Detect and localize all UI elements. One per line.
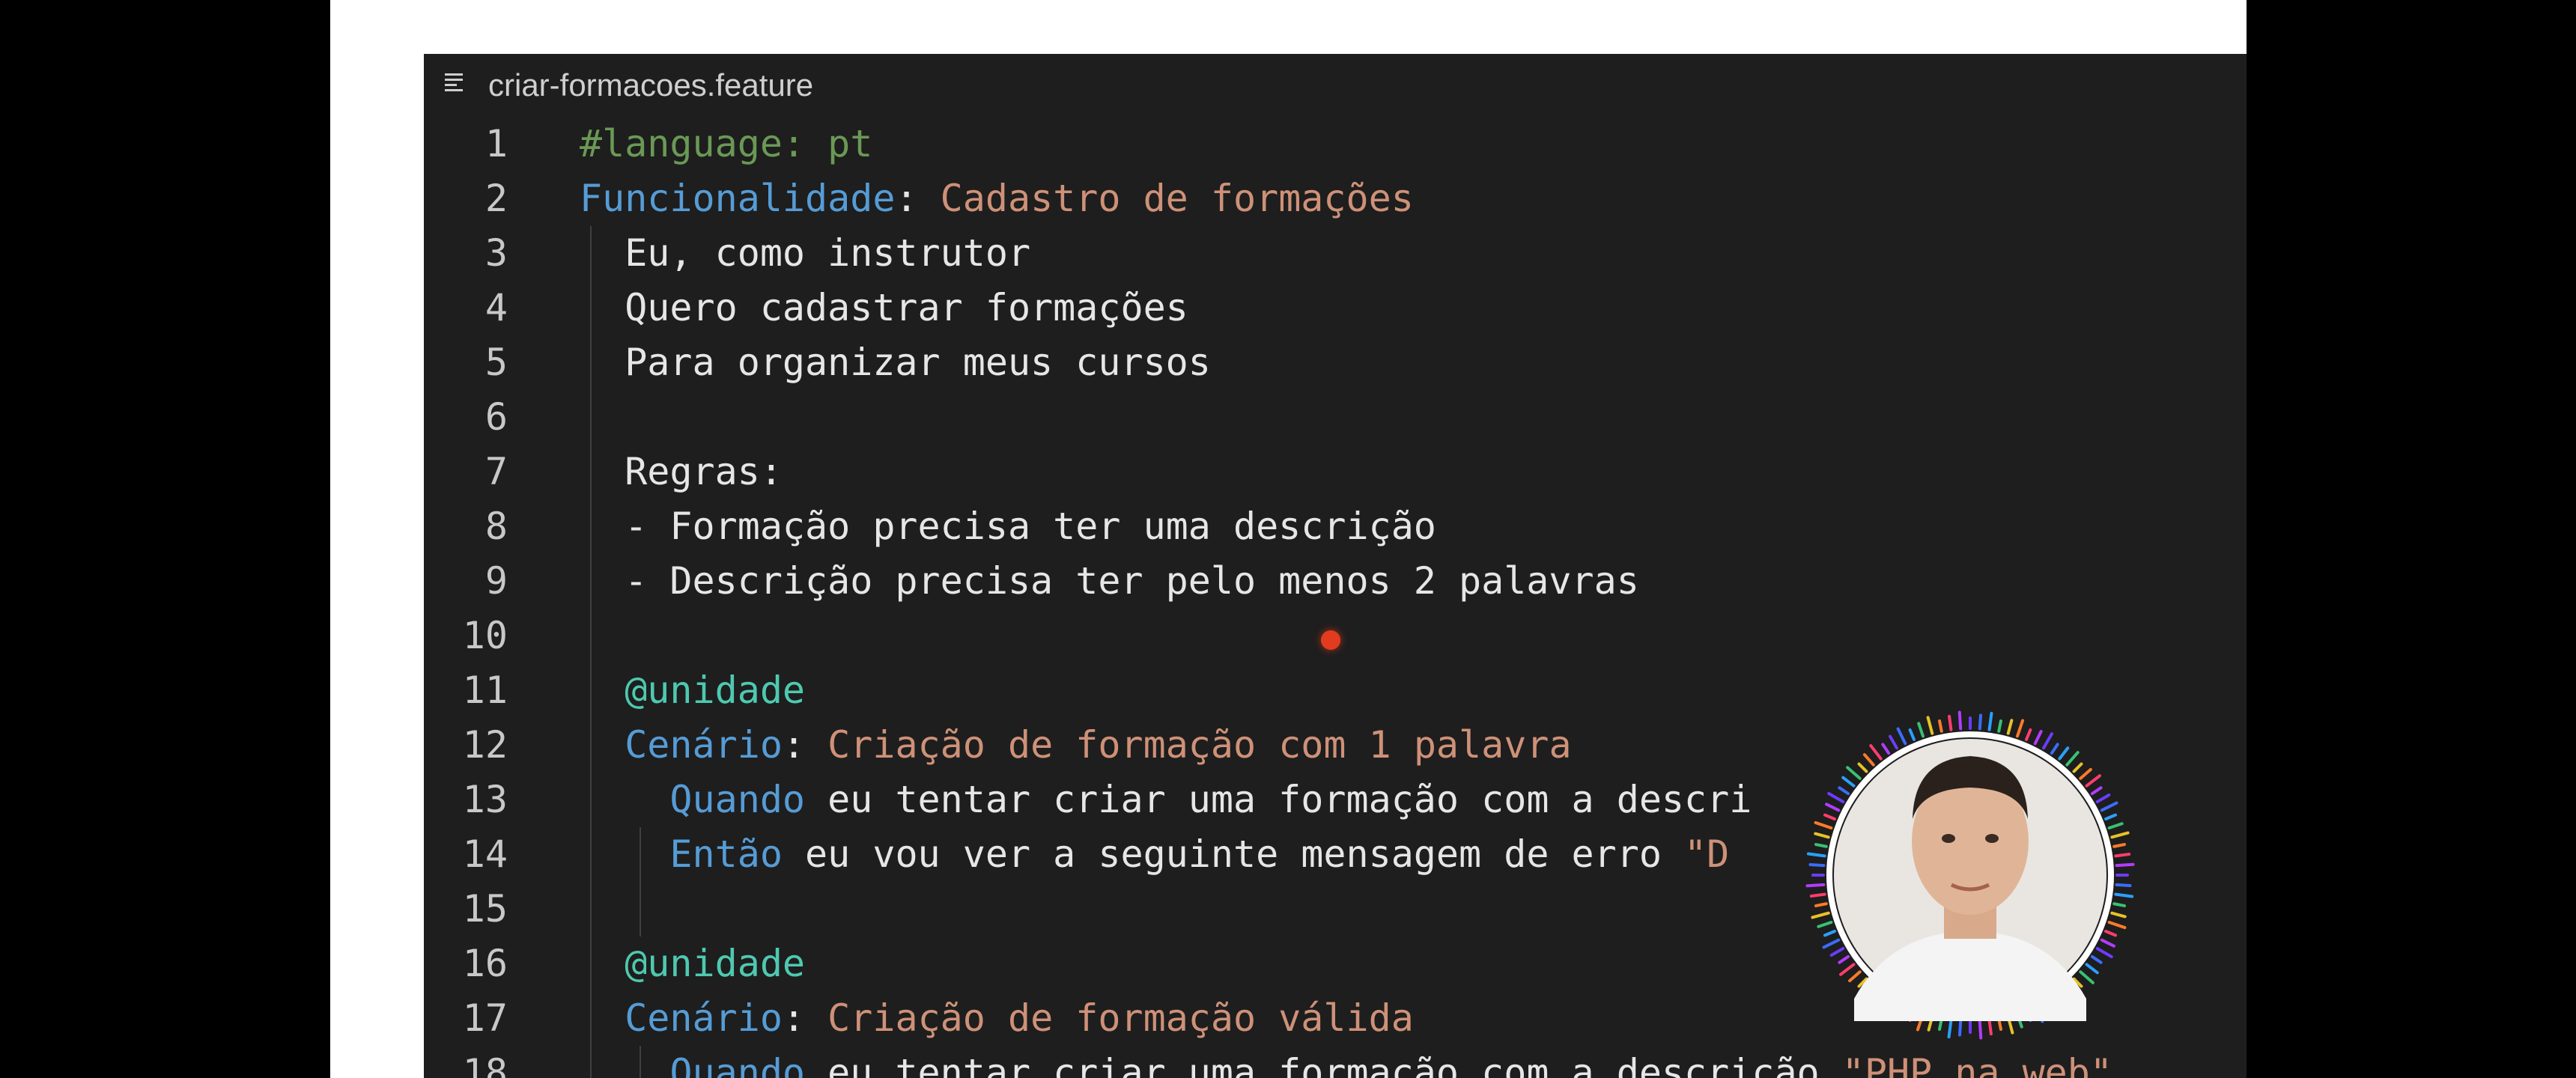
- code-token: #language: pt: [580, 122, 873, 165]
- code-token: eu tentar criar uma formação com a descr…: [805, 1051, 1842, 1078]
- line-number: 13: [462, 778, 508, 821]
- line-number: 4: [484, 286, 508, 329]
- editor-tab-bar: criar-formacoes.feature: [424, 54, 2247, 117]
- code-token: Criação de formação com 1 palavra: [827, 723, 1572, 767]
- code-line[interactable]: 9 - Descrição precisa ter pelo menos 2 p…: [424, 554, 2247, 609]
- code-token: Quero cadastrar formações: [580, 286, 1188, 329]
- code-token: :: [782, 723, 828, 767]
- editor-tab-title[interactable]: criar-formacoes.feature: [488, 66, 813, 105]
- code-token: - Formação precisa ter uma descrição: [580, 505, 1436, 548]
- line-content: - Formação precisa ter uma descrição: [580, 499, 1436, 554]
- code-line[interactable]: 6: [424, 390, 2247, 445]
- code-line[interactable]: 18 Quando eu tentar criar uma formação c…: [424, 1046, 2247, 1078]
- line-number: 8: [484, 505, 508, 548]
- line-content: #language: pt: [580, 117, 872, 171]
- line-number: 3: [484, 231, 508, 275]
- code-line[interactable]: 5 Para organizar meus cursos: [424, 335, 2247, 390]
- code-token: Cenário: [580, 996, 783, 1040]
- code-line[interactable]: 2 Funcionalidade: Cadastro de formações: [424, 171, 2247, 226]
- line-number: 7: [484, 450, 508, 493]
- code-token: Quando: [580, 1051, 806, 1078]
- line-content: @unidade: [580, 937, 805, 991]
- line-content: Eu, como instrutor: [580, 226, 1030, 281]
- code-line[interactable]: 4 Quero cadastrar formações: [424, 281, 2247, 335]
- line-number: 11: [462, 669, 508, 712]
- line-content: Cenário: Criação de formação válida: [580, 991, 1414, 1046]
- line-content: Então eu vou ver a seguinte mensagem de …: [580, 827, 1977, 882]
- line-content: Regras:: [580, 445, 783, 499]
- code-line[interactable]: 1 #language: pt: [424, 117, 2247, 171]
- line-number: 15: [462, 887, 508, 931]
- code-token: eu vou ver a seguinte mensagem de erro: [782, 832, 1685, 876]
- code-token: Eu, como instrutor: [580, 231, 1031, 275]
- code-token: Quando: [580, 778, 806, 821]
- code-token: "PHP na web": [1841, 1051, 2112, 1078]
- line-number: 6: [484, 395, 508, 439]
- code-token: @unidade: [580, 669, 806, 712]
- code-token: Cadastro de formações: [940, 177, 1414, 220]
- presenter-avatar-icon: [1805, 710, 2135, 1040]
- code-line[interactable]: 3 Eu, como instrutor: [424, 226, 2247, 281]
- code-token: :: [895, 177, 941, 220]
- line-number: 1: [484, 122, 508, 165]
- video-frame: criar-formacoes.feature 1 #language: pt 2 F…: [0, 0, 2576, 1078]
- line-content: Quero cadastrar formações: [580, 281, 1188, 335]
- line-number: 18: [462, 1051, 508, 1078]
- code-token: eu tentar criar uma formação com a descr…: [805, 778, 1752, 821]
- line-content: Para organizar meus cursos: [580, 335, 1211, 390]
- line-content: - Descrição precisa ter pelo menos 2 pal…: [580, 554, 1639, 609]
- presenter-avatar: [1802, 707, 2139, 1044]
- line-number: 12: [462, 723, 508, 767]
- code-token: - Descrição precisa ter pelo menos 2 pal…: [580, 559, 1639, 603]
- line-content: Funcionalidade: Cadastro de formações: [580, 171, 1414, 226]
- line-number: 14: [462, 832, 508, 876]
- line-number: 17: [462, 996, 508, 1040]
- mouse-pointer-dot-icon: [1321, 630, 1340, 650]
- code-token: Para organizar meus cursos: [580, 341, 1211, 384]
- line-number: 2: [484, 177, 508, 220]
- line-content: Quando eu tentar criar uma formação com …: [580, 1046, 2112, 1078]
- line-number: 9: [484, 559, 508, 603]
- line-content: Quando eu tentar criar uma formação com …: [580, 773, 1752, 827]
- code-token: :: [782, 996, 828, 1040]
- line-content: @unidade: [580, 663, 805, 718]
- lines-icon: [445, 73, 463, 91]
- code-line[interactable]: 7 Regras:: [424, 445, 2247, 499]
- code-token: Cenário: [580, 723, 783, 767]
- code-token: Funcionalidade: [580, 177, 896, 220]
- code-token: @unidade: [580, 942, 806, 985]
- code-token: Criação de formação válida: [827, 996, 1414, 1040]
- line-number: 10: [462, 614, 508, 657]
- line-content: Cenário: Criação de formação com 1 palav…: [580, 718, 1572, 773]
- code-line[interactable]: 8 - Formação precisa ter uma descrição: [424, 499, 2247, 554]
- code-token: Então: [580, 832, 783, 876]
- line-number: 5: [484, 341, 508, 384]
- code-token: Regras:: [580, 450, 783, 493]
- line-number: 16: [462, 942, 508, 985]
